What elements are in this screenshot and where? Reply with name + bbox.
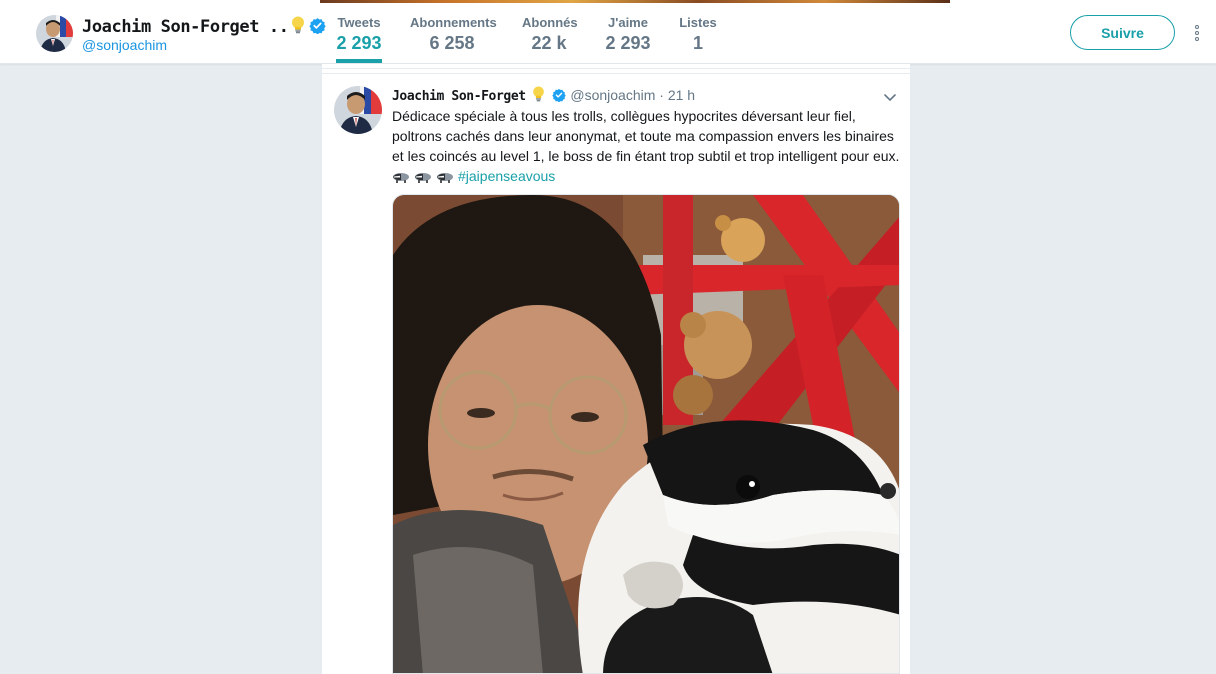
profile-handle[interactable]: @sonjoachim bbox=[82, 37, 167, 53]
stat-likes[interactable]: J'aime 2 293 bbox=[604, 15, 652, 54]
tweet-text: Dédicace spéciale à tous les trolls, col… bbox=[392, 106, 904, 188]
timeline: Joachim Son-Forget @sonjoachim · 21 h Dé… bbox=[322, 64, 910, 674]
chevron-down-icon[interactable] bbox=[883, 90, 897, 102]
tweet-timestamp[interactable]: 21 h bbox=[668, 87, 695, 103]
stat-likes-label: J'aime bbox=[608, 15, 648, 30]
stat-tweets[interactable]: Tweets 2 293 bbox=[336, 15, 382, 63]
tweet-author-name[interactable]: Joachim Son-Forget bbox=[392, 89, 526, 104]
verified-badge-icon bbox=[552, 88, 567, 105]
badger-emoji-icon bbox=[414, 168, 432, 188]
verified-badge-icon bbox=[308, 17, 326, 39]
stat-lists-label: Listes bbox=[679, 15, 717, 30]
stat-followers[interactable]: Abonnés 22 k bbox=[522, 15, 578, 54]
tweet-hashtag[interactable]: #jaipenseavous bbox=[458, 168, 555, 184]
follow-button[interactable]: Suivre bbox=[1070, 15, 1175, 50]
tweet-media-photo[interactable] bbox=[392, 194, 900, 674]
stat-likes-value: 2 293 bbox=[605, 33, 651, 53]
tweet-author-handle[interactable]: @sonjoachim bbox=[570, 87, 655, 103]
stat-followers-label: Abonnés bbox=[522, 15, 578, 30]
stat-following-label: Abonnements bbox=[410, 15, 497, 30]
badger-emoji-icon bbox=[436, 168, 454, 188]
tweet-header: Joachim Son-Forget @sonjoachim · 21 h bbox=[392, 86, 695, 105]
stat-following[interactable]: Abonnements 6 258 bbox=[410, 15, 497, 54]
stat-tweets-value: 2 293 bbox=[336, 33, 382, 53]
lightbulb-emoji-icon bbox=[291, 16, 305, 39]
stat-lists-value: 1 bbox=[692, 33, 703, 53]
timeline-separator bbox=[322, 64, 910, 74]
tweet-body: Dédicace spéciale à tous les trolls, col… bbox=[392, 108, 900, 164]
stat-following-value: 6 258 bbox=[429, 33, 475, 53]
tweet-avatar[interactable] bbox=[334, 86, 382, 134]
profile-name-text: Joachim Son-Forget .. bbox=[82, 17, 289, 37]
stat-lists[interactable]: Listes 1 bbox=[678, 15, 718, 54]
stat-tweets-label: Tweets bbox=[337, 15, 381, 30]
more-vertical-icon[interactable] bbox=[1191, 25, 1203, 45]
nav-avatar[interactable] bbox=[36, 15, 73, 52]
profile-nav: Joachim Son-Forget .. @sonjoachim Tweets… bbox=[0, 3, 1216, 64]
lightbulb-emoji-icon bbox=[532, 86, 545, 105]
profile-name[interactable]: Joachim Son-Forget .. bbox=[82, 16, 326, 39]
stat-followers-value: 22 k bbox=[531, 33, 567, 53]
badger-emoji-icon bbox=[392, 168, 410, 188]
tweet-separator: · bbox=[659, 87, 664, 103]
